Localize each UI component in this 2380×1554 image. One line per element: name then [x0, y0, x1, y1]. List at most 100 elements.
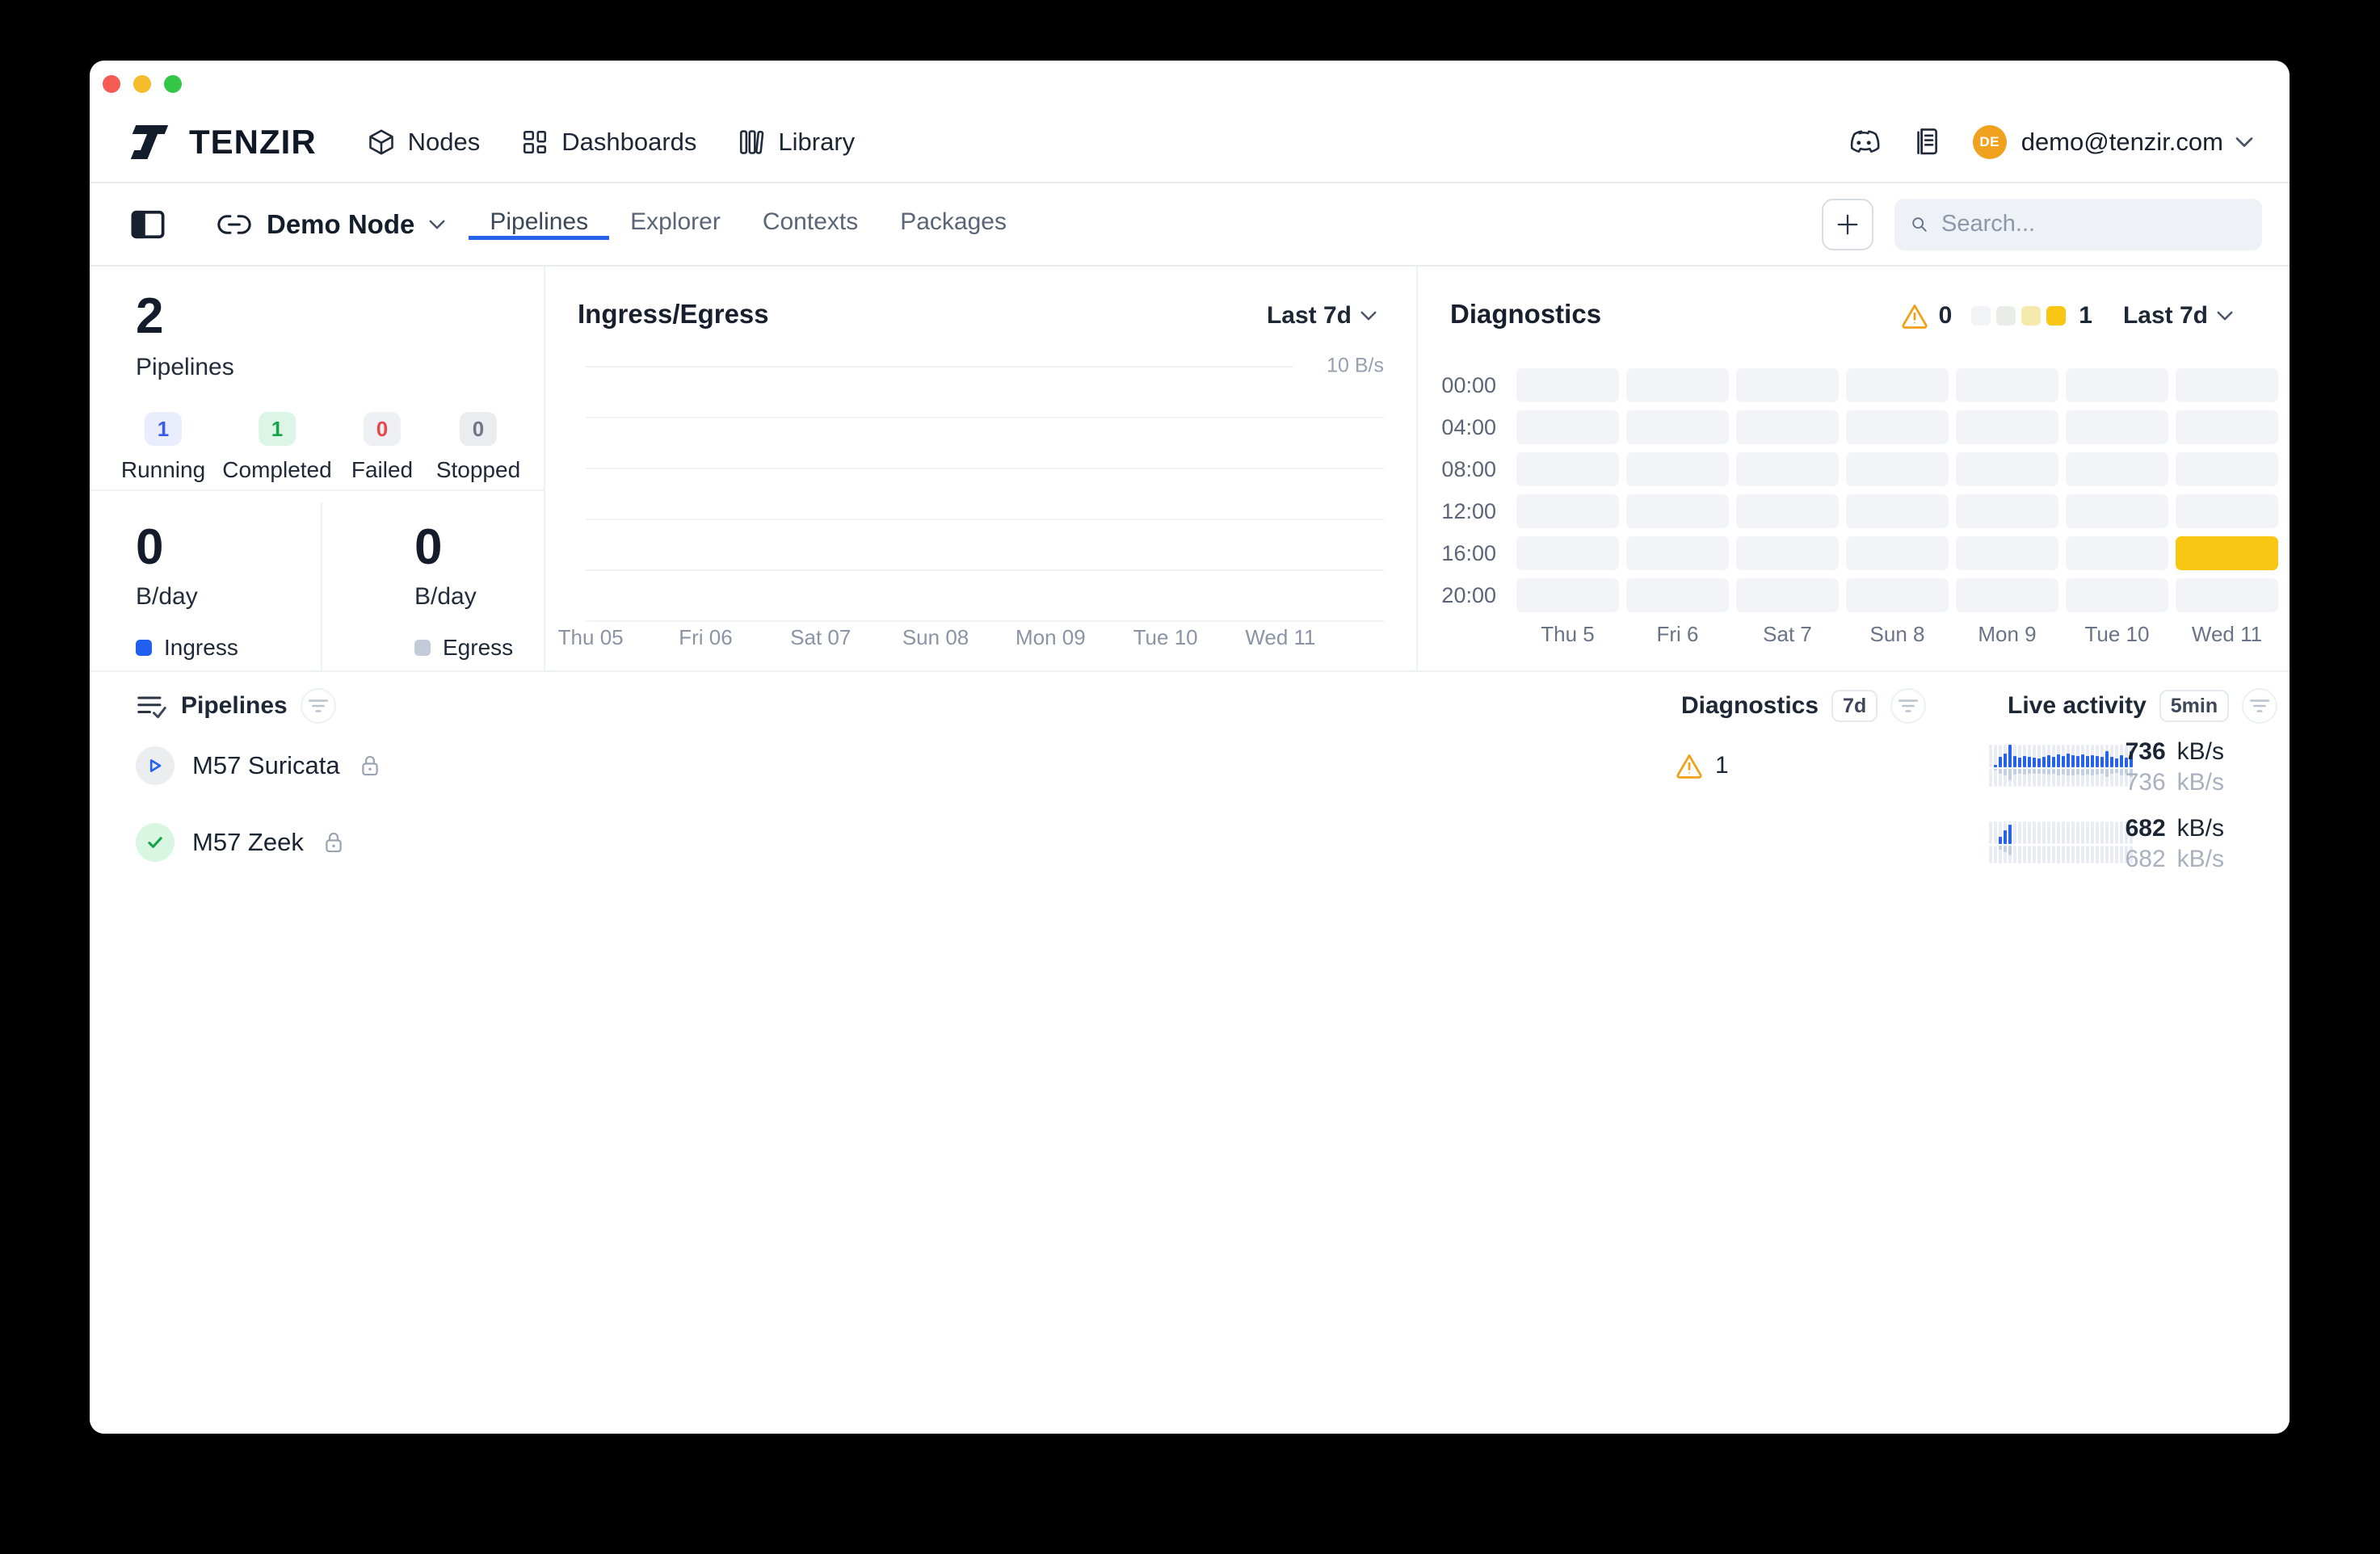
spark-slot	[2115, 745, 2118, 787]
pipeline-row-main[interactable]: M57 Zeek	[136, 804, 346, 881]
pipeline-name: M57 Suricata	[192, 751, 340, 780]
pipelines-total-label: Pipelines	[136, 354, 234, 381]
window-controls	[103, 75, 182, 93]
library-icon	[737, 128, 766, 157]
spark-slot	[2008, 745, 2012, 787]
pipelines-header-cluster: Pipelines	[136, 688, 336, 724]
heatmap-cell	[1956, 536, 2058, 570]
heatmap-col-label: Tue 10	[2066, 622, 2168, 647]
tab-contexts[interactable]: Contexts	[742, 208, 879, 240]
zoom-window-button[interactable]	[164, 75, 182, 93]
nav-item-label: Library	[778, 128, 855, 157]
tenzir-brand[interactable]: TENZIR	[131, 123, 317, 162]
tab-pipelines[interactable]: Pipelines	[469, 208, 609, 240]
spark-slot	[2091, 821, 2094, 863]
heatmap-cell	[1736, 536, 1839, 570]
search-icon	[1911, 212, 1928, 237]
heatmap-cell	[2176, 410, 2278, 444]
heatmap-cell	[2176, 452, 2278, 486]
stopped-count-badge: 0	[460, 412, 497, 446]
status-running: 1 Running	[121, 412, 205, 483]
minimize-window-button[interactable]	[133, 75, 151, 93]
heatmap-cell	[1736, 452, 1839, 486]
heatmap-cell	[1516, 452, 1619, 486]
spark-slot	[2004, 821, 2007, 863]
diagnostics-legend: 0 1 Last 7d	[1900, 302, 2234, 330]
heatmap-cell	[2066, 410, 2168, 444]
node-selector[interactable]: Demo Node	[216, 209, 446, 240]
diagnostics-panel: Diagnostics 0 1 Last 7d 00:0004:0008:001…	[1416, 267, 2288, 670]
tab-explorer[interactable]: Explorer	[609, 208, 742, 240]
nav-item-library[interactable]: Library	[737, 128, 855, 157]
gridline	[586, 366, 1293, 368]
heatmap-row: 04:00	[1423, 410, 2278, 444]
pipeline-diagnostics-cell[interactable]: 1	[1675, 727, 1729, 804]
spark-slot	[2076, 745, 2079, 787]
docs-icon[interactable]	[1913, 126, 1942, 158]
lock-icon	[358, 753, 382, 779]
completed-count-badge: 1	[259, 412, 296, 446]
heatmap-row-label: 16:00	[1423, 536, 1496, 570]
ingress-x-axis: Thu 05Fri 06Sat 07Sun 08Mon 09Tue 10Wed …	[533, 625, 1338, 650]
heatmap-cell	[1846, 536, 1949, 570]
spark-slot	[2062, 745, 2065, 787]
heatmap-cell	[1846, 452, 1949, 486]
diagnostics-filter-button[interactable]	[1890, 688, 1926, 724]
pipelines-list-header: Pipelines Diagnostics 7d Live activity 5…	[90, 688, 2290, 727]
search-box[interactable]	[1894, 199, 2262, 250]
live-activity-range-badge[interactable]: 5min	[2159, 690, 2229, 722]
user-menu[interactable]: DE demo@tenzir.com	[1973, 125, 2254, 159]
heatmap-cell	[1956, 410, 2058, 444]
legend-swatch	[1996, 306, 2016, 326]
heatmap-cell	[1626, 368, 1729, 402]
heatmap-col-label: Sat 7	[1736, 622, 1839, 647]
node-tabs: Pipelines Explorer Contexts Packages	[469, 208, 1028, 240]
overview-section: 2 Pipelines 1 Running 1 Completed 0 Fail…	[90, 267, 2290, 672]
pipeline-row-main[interactable]: M57 Suricata	[136, 727, 382, 804]
pipeline-name: M57 Zeek	[192, 828, 304, 857]
tab-packages[interactable]: Packages	[879, 208, 1028, 240]
heatmap-col-label: Wed 11	[2176, 622, 2278, 647]
heatmap-cell	[2066, 452, 2168, 486]
divider	[90, 489, 545, 491]
close-window-button[interactable]	[103, 75, 120, 93]
x-axis-label: Thu 05	[533, 625, 648, 650]
heatmap-cell	[1736, 410, 1839, 444]
primary-nav: Nodes Dashboards Library	[367, 128, 856, 157]
tenzir-logo-icon	[131, 124, 175, 161]
check-icon	[145, 832, 166, 853]
nav-item-dashboards[interactable]: Dashboards	[520, 128, 696, 157]
diagnostics-header-cluster: Diagnostics 7d	[1681, 688, 1926, 724]
heatmap-cell	[1516, 494, 1619, 528]
heatmap-cell	[1516, 536, 1619, 570]
pipelines-filter-button[interactable]	[301, 688, 336, 724]
x-axis-label: Sat 07	[763, 625, 878, 650]
diagnostics-range-badge[interactable]: 7d	[1831, 690, 1878, 722]
spark-slot	[2081, 745, 2084, 787]
heatmap-row: 16:00	[1423, 536, 2278, 570]
spark-slot	[2071, 745, 2075, 787]
diagnostics-legend-swatches	[1971, 306, 2066, 326]
diagnostics-range-select[interactable]: Last 7d	[2123, 302, 2234, 330]
discord-icon[interactable]	[1845, 128, 1882, 157]
search-input[interactable]	[1941, 211, 2246, 237]
list-title: Pipelines	[181, 692, 288, 720]
heatmap-cell	[1846, 368, 1949, 402]
pipeline-row[interactable]: M57 Zeek 682 kB/s 682 kB/s	[90, 804, 2290, 881]
heatmap-row-label: 00:00	[1423, 368, 1496, 402]
pipeline-row[interactable]: M57 Suricata 1 736 kB/s 736 kB/s	[90, 727, 2290, 804]
sidebar-toggle-icon[interactable]	[130, 209, 166, 240]
live-activity-filter-button[interactable]	[2242, 688, 2277, 724]
add-pipeline-button[interactable]	[1822, 199, 1873, 250]
spark-slot	[1999, 745, 2002, 787]
ingress-egress-chart-panel: Ingress/Egress Last 7d 10 B/s Thu 05Fri …	[545, 267, 1418, 670]
spark-slot	[2105, 745, 2109, 787]
nav-item-nodes[interactable]: Nodes	[367, 128, 481, 157]
egress-swatch	[414, 640, 431, 656]
failed-count-badge: 0	[364, 412, 401, 446]
spark-slot	[2057, 745, 2060, 787]
app-window: TENZIR Nodes Dashboards Library	[90, 61, 2290, 1434]
heatmap-col-label: Mon 9	[1956, 622, 2058, 647]
gridline	[586, 569, 1384, 571]
chevron-down-icon	[2235, 136, 2254, 149]
